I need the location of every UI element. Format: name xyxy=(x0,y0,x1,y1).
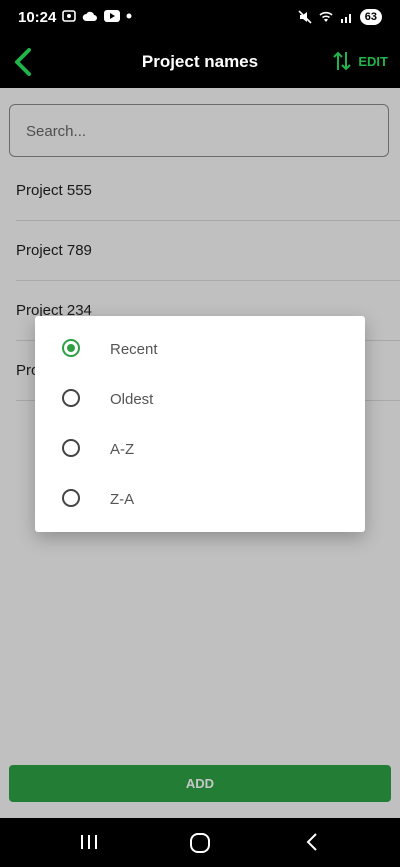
app-bar: Project names EDIT xyxy=(0,36,400,88)
option-label: Z-A xyxy=(110,491,135,508)
sort-option-recent[interactable]: Recent xyxy=(35,325,365,375)
wifi-icon xyxy=(319,11,333,22)
system-nav-bar xyxy=(0,818,400,867)
sort-icon[interactable] xyxy=(332,50,352,72)
back-icon[interactable] xyxy=(304,832,320,852)
radio-checked-icon[interactable] xyxy=(62,339,80,357)
sort-option-z-a[interactable]: Z-A xyxy=(35,475,365,525)
cloud-icon xyxy=(82,11,97,21)
mute-icon xyxy=(298,10,312,24)
radio-unchecked-icon[interactable] xyxy=(62,389,80,407)
youtube-icon xyxy=(104,10,120,22)
radio-unchecked-icon[interactable] xyxy=(62,489,80,507)
sort-option-a-z[interactable]: A-Z xyxy=(35,425,365,475)
screen-capture-icon xyxy=(62,10,76,22)
option-label: Recent xyxy=(110,341,158,358)
signal-icon xyxy=(340,14,351,23)
notification-icons xyxy=(62,9,132,23)
status-bar: 10:24 63 xyxy=(0,0,400,36)
edit-group: EDIT xyxy=(332,50,388,72)
option-label: Oldest xyxy=(110,391,154,408)
home-icon[interactable] xyxy=(189,832,211,854)
sort-option-oldest[interactable]: Oldest xyxy=(35,375,365,425)
sort-dialog: Recent Oldest A-Z Z-A xyxy=(35,316,365,532)
option-label: A-Z xyxy=(110,441,135,458)
radio-unchecked-icon[interactable] xyxy=(62,439,80,457)
status-right: 63 xyxy=(298,9,382,25)
dot-icon xyxy=(126,13,132,19)
edit-button[interactable]: EDIT xyxy=(358,54,388,69)
battery-icon: 63 xyxy=(359,9,382,25)
status-time: 10:24 xyxy=(18,9,57,26)
recents-icon[interactable] xyxy=(79,833,99,851)
